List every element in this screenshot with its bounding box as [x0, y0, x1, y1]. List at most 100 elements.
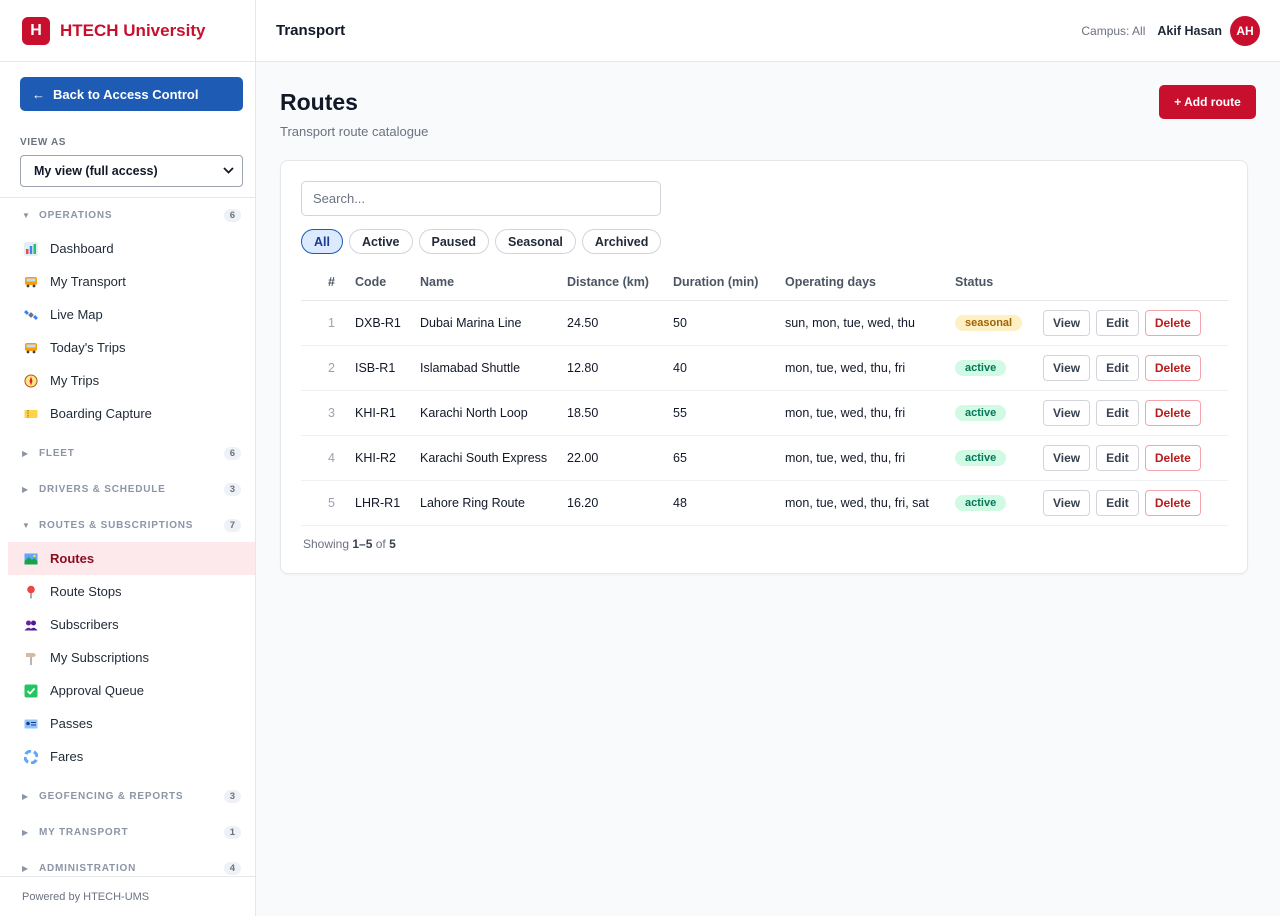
- nav-group-drivers-schedule[interactable]: ▶ DRIVERS & SCHEDULE 3: [0, 472, 255, 506]
- signpost-icon: [22, 649, 40, 667]
- route-operating-days: mon, tue, wed, thu, fri: [785, 345, 955, 391]
- route-code: LHR-R1: [355, 480, 420, 526]
- sidebar-item-my-trips[interactable]: My Trips: [0, 364, 255, 397]
- back-to-access-control-button[interactable]: ← Back to Access Control: [20, 77, 243, 111]
- filter-paused[interactable]: Paused: [418, 229, 489, 254]
- view-button[interactable]: View: [1043, 354, 1091, 381]
- sidebar-item-my-subscriptions[interactable]: My Subscriptions: [0, 641, 255, 674]
- status-badge: seasonal: [955, 314, 1023, 331]
- route-name: Islamabad Shuttle: [420, 345, 567, 391]
- arrow-left-icon: ←: [32, 86, 45, 102]
- nav-group-label: MY TRANSPORT: [39, 826, 129, 838]
- table-row: 5 LHR-R1 Lahore Ring Route 16.20 48 mon, tue,…: [301, 480, 1228, 526]
- sidebar-item-my-transport[interactable]: My Transport: [0, 265, 255, 298]
- campus-selector[interactable]: Campus: All: [1081, 24, 1145, 38]
- sidebar-item-subscribers[interactable]: Subscribers: [0, 608, 255, 641]
- edit-button[interactable]: Edit: [1096, 444, 1139, 471]
- chevron-down-icon: [223, 165, 234, 177]
- view-button[interactable]: View: [1043, 309, 1091, 336]
- filter-seasonal[interactable]: Seasonal: [494, 229, 576, 254]
- table-row: 2 ISB-R1 Islamabad Shuttle 12.80 40 mon, tue,…: [301, 345, 1228, 391]
- route-status: seasonal: [955, 300, 1043, 346]
- main-content: Transport Campus: All Akif Hasan AH Rout…: [256, 0, 1280, 916]
- view-button[interactable]: View: [1043, 444, 1091, 471]
- edit-button[interactable]: Edit: [1096, 399, 1139, 426]
- sidebar-item-passes[interactable]: Passes: [0, 707, 255, 740]
- route-code: KHI-R2: [355, 435, 420, 481]
- route-distance: 22.00: [567, 435, 673, 481]
- nav-group-count: 3: [223, 789, 241, 803]
- sidebar-item-label: Route Stops: [50, 584, 122, 599]
- check-box-icon: [22, 682, 40, 700]
- row-actions: View Edit Delete: [1043, 390, 1228, 436]
- nav-group-operations[interactable]: ▼ OPERATIONS 6: [0, 198, 255, 232]
- avatar[interactable]: AH: [1230, 15, 1260, 46]
- user-name[interactable]: Akif Hasan: [1157, 24, 1222, 38]
- delete-button[interactable]: Delete: [1144, 444, 1201, 471]
- add-route-button[interactable]: + Add route: [1159, 85, 1256, 119]
- route-duration: 50: [673, 300, 785, 346]
- search-input[interactable]: [301, 181, 661, 216]
- route-status: active: [955, 480, 1043, 526]
- sidebar-item-route-stops[interactable]: Route Stops: [0, 575, 255, 608]
- filter-archived[interactable]: Archived: [581, 229, 662, 254]
- route-name: Karachi North Loop: [420, 390, 567, 436]
- column-header-operating-days[interactable]: Operating days: [785, 265, 955, 301]
- sidebar-item-routes[interactable]: Routes: [8, 542, 255, 575]
- route-duration: 55: [673, 390, 785, 436]
- column-header-duration[interactable]: Duration (min): [673, 265, 785, 301]
- sidebar-item-fares[interactable]: Fares: [0, 740, 255, 773]
- page-title: Routes: [280, 89, 358, 115]
- sidebar-item-label: Fares: [50, 749, 84, 764]
- delete-button[interactable]: Delete: [1144, 489, 1201, 516]
- filter-all[interactable]: All: [301, 229, 343, 254]
- sidebar-item-boarding-capture[interactable]: Boarding Capture: [0, 397, 255, 430]
- nav-group-count: 4: [223, 861, 241, 875]
- view-button[interactable]: View: [1043, 399, 1091, 426]
- route-status: active: [955, 435, 1043, 481]
- column-header-number[interactable]: #: [301, 265, 355, 301]
- sidebar-item-todays-trips[interactable]: Today's Trips: [0, 331, 255, 364]
- column-header-distance[interactable]: Distance (km): [567, 265, 673, 301]
- sidebar-item-dashboard[interactable]: Dashboard: [0, 232, 255, 265]
- showing-of: of: [372, 537, 390, 551]
- nav-group-label: GEOFENCING & REPORTS: [39, 790, 184, 802]
- row-actions: View Edit Delete: [1043, 480, 1228, 526]
- filter-active[interactable]: Active: [348, 229, 413, 254]
- edit-button[interactable]: Edit: [1096, 354, 1139, 381]
- route-name: Dubai Marina Line: [420, 300, 567, 346]
- route-code: ISB-R1: [355, 345, 420, 391]
- users-icon: [22, 616, 40, 634]
- view-as-select[interactable]: My view (full access): [20, 155, 243, 187]
- section-title: Transport: [276, 22, 346, 39]
- bus-icon: [22, 273, 40, 291]
- delete-button[interactable]: Delete: [1144, 309, 1201, 336]
- route-name: Karachi South Express: [420, 435, 567, 481]
- edit-button[interactable]: Edit: [1096, 309, 1139, 336]
- column-header-name[interactable]: Name: [420, 265, 567, 301]
- caret-right-icon: ▶: [22, 827, 29, 837]
- sidebar-item-approval-queue[interactable]: Approval Queue: [0, 674, 255, 707]
- delete-button[interactable]: Delete: [1144, 399, 1201, 426]
- sidebar-item-label: Dashboard: [50, 241, 114, 256]
- delete-button[interactable]: Delete: [1144, 354, 1201, 381]
- nav-group-my-transport[interactable]: ▶ MY TRANSPORT 1: [0, 815, 255, 849]
- bus-icon: [22, 339, 40, 357]
- table-header-row: # Code Name Distance (km) Duration (min)…: [301, 265, 1228, 301]
- nav-group-fleet[interactable]: ▶ FLEET 6: [0, 436, 255, 470]
- sidebar-item-label: My Trips: [50, 373, 100, 388]
- sidebar-item-label: Live Map: [50, 307, 103, 322]
- table-body: 1 DXB-R1 Dubai Marina Line 24.50 50 sun, mon,…: [301, 300, 1228, 526]
- route-distance: 18.50: [567, 390, 673, 436]
- status-badge: active: [955, 404, 1007, 421]
- sidebar-item-label: Boarding Capture: [50, 406, 152, 421]
- view-button[interactable]: View: [1043, 489, 1091, 516]
- nav-group-routes-subscriptions[interactable]: ▼ ROUTES & SUBSCRIPTIONS 7: [0, 508, 255, 542]
- sidebar-item-live-map[interactable]: Live Map: [0, 298, 255, 331]
- nav-group-geofencing-reports[interactable]: ▶ GEOFENCING & REPORTS 3: [0, 779, 255, 813]
- column-header-status[interactable]: Status: [955, 265, 1043, 301]
- column-header-code[interactable]: Code: [355, 265, 420, 301]
- brand[interactable]: H HTECH University: [0, 0, 255, 62]
- edit-button[interactable]: Edit: [1096, 489, 1139, 516]
- caret-right-icon: ▶: [22, 484, 29, 494]
